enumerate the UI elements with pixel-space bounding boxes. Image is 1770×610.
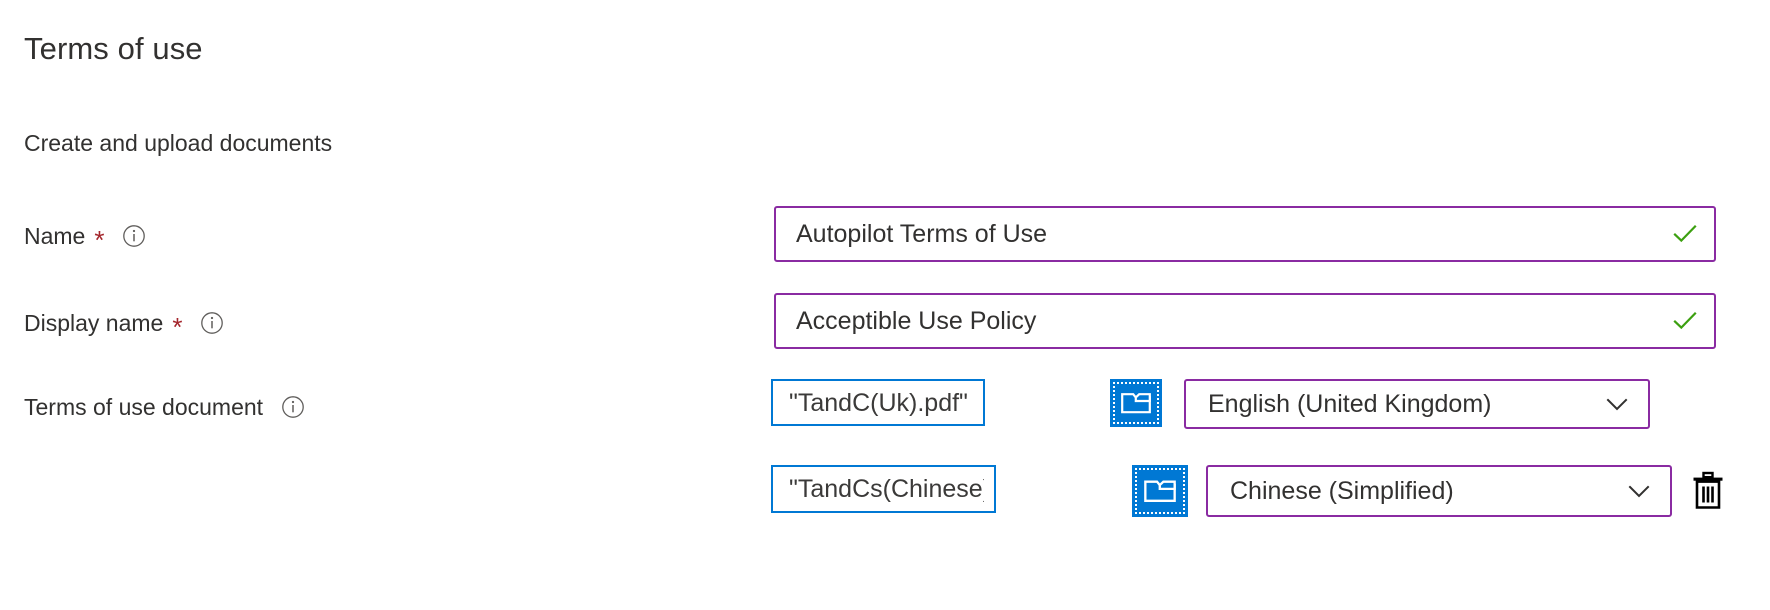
form-row-document-2: "TandCs(Chinese).p... Chinese (Simplifie… (0, 465, 1770, 523)
label-terms-document: Terms of use document (24, 379, 305, 435)
delete-document-button[interactable] (1686, 467, 1730, 515)
chevron-down-icon (1602, 389, 1632, 419)
info-icon[interactable] (200, 311, 224, 335)
name-input-value: Autopilot Terms of Use (796, 220, 1048, 248)
required-indicator: * (94, 225, 105, 255)
language-dropdown[interactable]: English (United Kingdom) (1184, 379, 1650, 429)
checkmark-icon (1670, 219, 1700, 249)
document-file-value: "TandC(Uk).pdf" (789, 388, 968, 417)
form-row-display-name: Display name * Acceptible Use Policy (0, 293, 1770, 353)
label-display-name-text: Display name (24, 309, 164, 336)
document-file-value: "TandCs(Chinese).p... (789, 475, 984, 503)
label-terms-document-text: Terms of use document (24, 393, 264, 420)
info-icon[interactable] (281, 395, 305, 419)
page-title: Terms of use (24, 31, 203, 66)
browse-file-button[interactable] (1132, 465, 1188, 517)
folder-icon (1143, 477, 1177, 505)
required-indicator: * (172, 312, 183, 342)
label-name-text: Name (24, 222, 86, 249)
info-icon[interactable] (122, 224, 146, 248)
name-input[interactable]: Autopilot Terms of Use (774, 206, 1716, 262)
document-file-input[interactable]: "TandCs(Chinese).p... (771, 465, 996, 513)
browse-file-button[interactable] (1110, 379, 1162, 427)
trash-icon (1689, 470, 1727, 512)
document-file-input[interactable]: "TandC(Uk).pdf" (771, 379, 985, 426)
form-row-name: Name * Autopilot Terms of Use (0, 206, 1770, 266)
folder-icon (1120, 390, 1152, 416)
language-dropdown-value: Chinese (Simplified) (1230, 477, 1454, 505)
display-name-input-value: Acceptible Use Policy (796, 307, 1037, 335)
checkmark-icon (1670, 306, 1700, 336)
terms-of-use-page: Terms of use Create and upload documents… (0, 0, 1770, 610)
section-subtitle: Create and upload documents (24, 130, 333, 156)
language-dropdown[interactable]: Chinese (Simplified) (1206, 465, 1672, 517)
label-name: Name * (24, 206, 146, 266)
form-row-document-1: Terms of use document "TandC(Uk).pdf" En… (0, 379, 1770, 435)
chevron-down-icon (1624, 476, 1654, 506)
display-name-input[interactable]: Acceptible Use Policy (774, 293, 1716, 349)
label-display-name: Display name * (24, 293, 224, 353)
language-dropdown-value: English (United Kingdom) (1208, 390, 1492, 418)
